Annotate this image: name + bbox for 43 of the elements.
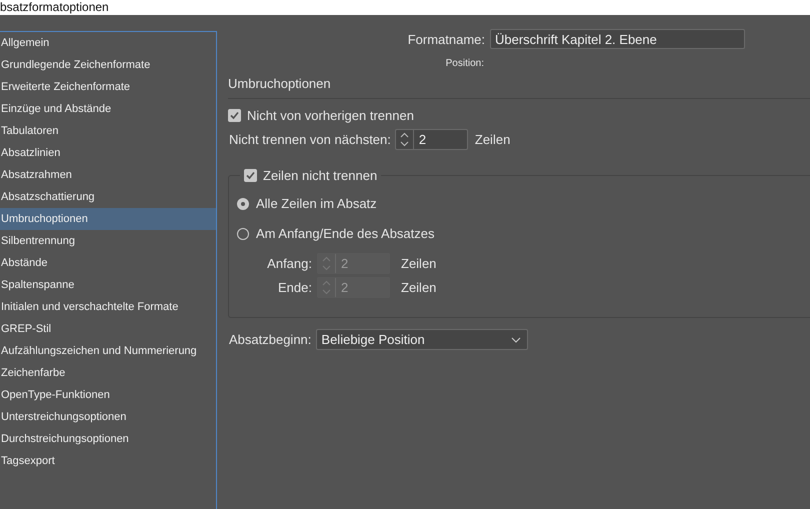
radio-label: Am Anfang/Ende des Absatzes (256, 226, 435, 241)
sidebar-item[interactable]: Erweiterte Zeichenformate (0, 76, 216, 98)
sidebar-item[interactable]: Zeichenfarbe (0, 362, 216, 384)
sidebar-item[interactable]: Tabulatoren (0, 120, 216, 142)
sidebar-item[interactable]: Umbruchoptionen (0, 208, 216, 230)
sidebar-item[interactable]: Einzüge und Abstände (0, 98, 216, 120)
unit-label: Zeilen (401, 256, 436, 271)
sidebar-item[interactable]: Durchstreichungsoptionen (0, 428, 216, 450)
field-label: Formatname: (406, 32, 485, 46)
checkbox-label: Zeilen nicht trennen (263, 168, 378, 182)
field-label: Ende: (277, 280, 312, 295)
radio-label: Alle Zeilen im Absatz (256, 196, 377, 211)
number-spinner[interactable]: 2 (394, 129, 468, 150)
sidebar-item[interactable]: Grundlegende Zeichenformate (0, 54, 216, 76)
radio-button[interactable] (237, 228, 249, 240)
field-label: Absatzbeginn: (229, 332, 312, 347)
sidebar-item[interactable]: Spaltenspanne (0, 274, 216, 296)
field-label: Nicht trennen von nächsten: (229, 132, 391, 147)
sidebar-item[interactable]: Allgemein (0, 32, 216, 54)
sidebar-item[interactable]: Initialen und verschachtelte Formate (0, 296, 216, 318)
sidebar-item[interactable]: Absatzlinien (0, 142, 216, 164)
section-title: Umbruchoptionen (228, 76, 810, 99)
window-title: bsatzformatoptionen (0, 1, 109, 13)
paragraph-start-dropdown[interactable]: Beliebige Position (316, 329, 528, 350)
unit-label: Zeilen (474, 132, 510, 147)
chevron-down-icon (511, 336, 522, 342)
checkbox[interactable] (228, 109, 241, 122)
sidebar-item[interactable]: Absatzschattierung (0, 186, 216, 208)
sidebar-item[interactable]: Unterstreichungsoptionen (0, 406, 216, 428)
sidebar-item[interactable]: OpenType-Funktionen (0, 384, 216, 406)
sidebar-item[interactable]: Absatzrahmen (0, 164, 216, 186)
sidebar-item[interactable]: Silbentrennung (0, 230, 216, 252)
sidebar-item[interactable]: Abstände (0, 252, 216, 274)
sidebar-item[interactable]: Aufzählungszeichen und Nummerierung (0, 340, 216, 362)
sidebar-item[interactable]: Tagsexport (0, 450, 216, 472)
checkbox-label: Nicht von vorherigen trennen (247, 108, 414, 123)
format-name-field[interactable]: Überschrift Kapitel 2. Ebene (490, 29, 745, 49)
field-label: Anfang: (266, 256, 312, 271)
sidebar-item[interactable]: GREP-Stil (0, 318, 216, 340)
checkbox[interactable] (244, 168, 257, 182)
field-label: Position: (444, 58, 484, 69)
unit-label: Zeilen (401, 280, 436, 295)
radio-button[interactable] (237, 198, 249, 210)
